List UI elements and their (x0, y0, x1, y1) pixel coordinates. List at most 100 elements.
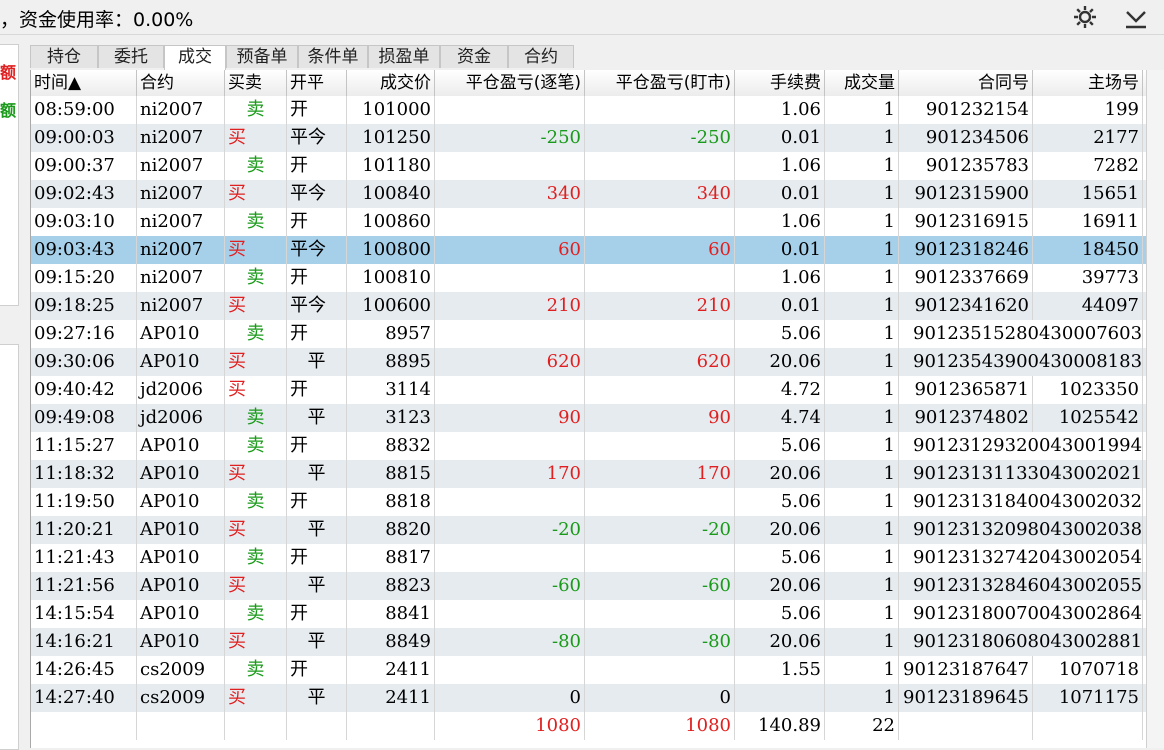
cell-qty: 1 (825, 180, 899, 208)
table-row[interactable]: 09:30:06 AP010 买平 8895 620 620 20.06 1 901235439… (31, 348, 1147, 376)
total-empty-cell (347, 712, 435, 740)
cell-fee: 0.01 (735, 292, 825, 320)
tab-3[interactable]: 预备单 (226, 45, 298, 68)
tab-5[interactable]: 损盈单 (368, 45, 440, 68)
table-row[interactable]: 11:21:43 AP010 卖开 8817 5.06 1 9012313274204300… (31, 544, 1147, 572)
column-header-time[interactable]: 时间▲ (31, 70, 137, 96)
cell-fee: 5.06 (735, 544, 825, 572)
vertical-scrollbar[interactable] (1146, 70, 1164, 748)
table-row[interactable]: 14:26:45 cs2009 卖开 2411 1.55 1 90123187647 1070… (31, 656, 1147, 684)
cell-pnl-mtm (585, 264, 735, 292)
chevron-down-icon[interactable] (1122, 3, 1150, 31)
column-header-fee[interactable]: 手续费 (735, 70, 825, 96)
cell-time: 09:03:10 (31, 208, 137, 236)
cell-offset: 开 (287, 600, 347, 628)
cell-offset: 平今 (287, 292, 347, 320)
table-row[interactable]: 11:18:32 AP010 买平 8815 170 170 20.06 1 901231311… (31, 460, 1147, 488)
tab-6[interactable]: 资金 (440, 45, 508, 68)
cell-order-no: 9012318007004300286464 (899, 600, 1143, 628)
column-header-order-no[interactable]: 合同号 (899, 70, 1033, 96)
cell-qty: 1 (825, 236, 899, 264)
cell-pnl-mtm (585, 656, 735, 684)
column-header-offset[interactable]: 开平 (287, 70, 347, 96)
cell-side: 买 (225, 124, 287, 152)
table-row[interactable]: 11:15:27 AP010 卖开 8832 5.06 1 9012312932004300… (31, 432, 1147, 460)
table-row[interactable]: 09:00:37 ni2007 卖开 101180 1.06 1 901235783 7282 (31, 152, 1147, 180)
cell-price: 2411 (347, 656, 435, 684)
total-empty-cell (31, 712, 137, 740)
cell-qty: 1 (825, 96, 899, 124)
column-header-side[interactable]: 买卖 (225, 70, 287, 96)
cell-pnl-mtm: 340 (585, 180, 735, 208)
tab-4[interactable]: 条件单 (298, 45, 368, 68)
cell-pnl-trade: 170 (435, 460, 585, 488)
cell-order-no: 9012316915 (899, 208, 1033, 236)
table-row[interactable]: 09:49:08 jd2006 卖平 3123 90 90 4.74 1 9012374802 1… (31, 404, 1147, 432)
left-panel-item[interactable]: 额 (0, 59, 16, 83)
cell-pnl-trade: -80 (435, 628, 585, 656)
table-row[interactable]: 09:00:03 ni2007 买平今 101250 -250 -250 0.01 1 9012… (31, 124, 1147, 152)
table-row[interactable]: 08:59:00 ni2007 卖开 101000 1.06 1 901232154 199 (31, 96, 1147, 124)
table-row[interactable]: 09:15:20 ni2007 卖开 100810 1.06 1 9012337669 397… (31, 264, 1147, 292)
column-header-pnl-mtm[interactable]: 平仓盈亏(盯市) (585, 70, 735, 96)
table-row[interactable]: 11:21:56 AP010 买平 8823 -60 -60 20.06 1 901231328… (31, 572, 1147, 600)
cell-contract: AP010 (137, 460, 225, 488)
column-header-qty[interactable]: 成交量 (825, 70, 899, 96)
tab-1[interactable]: 委托 (98, 45, 164, 68)
tab-0[interactable]: 持仓 (30, 45, 98, 68)
cell-exch-no: 16911 (1033, 208, 1143, 236)
cell-pnl-mtm: 170 (585, 460, 735, 488)
cell-offset: 平 (287, 348, 347, 376)
cell-fee: 5.06 (735, 320, 825, 348)
cell-exch-no: 1071175 (1033, 684, 1143, 712)
table-row[interactable]: 09:03:10 ni2007 卖开 100860 1.06 1 9012316915 169… (31, 208, 1147, 236)
column-header-price[interactable]: 成交价 (347, 70, 435, 96)
cell-pnl-mtm (585, 376, 735, 404)
cell-qty: 1 (825, 544, 899, 572)
cell-fee: 20.06 (735, 628, 825, 656)
cell-contract: ni2007 (137, 152, 225, 180)
cell-order-no: 9012318246 (899, 236, 1033, 264)
table-row[interactable]: 09:27:16 AP010 卖开 8957 5.06 1 9012351528043000… (31, 320, 1147, 348)
trades-table: 时间▲ 合约 买卖 开平 成交价 平仓盈亏(逐笔) 平仓盈亏(盯市) 手续费 成交量 合同号 主场号… (30, 70, 1147, 748)
table-row[interactable]: 11:19:50 AP010 卖开 8818 5.06 1 9012313184004300… (31, 488, 1147, 516)
tab-2[interactable]: 成交 (164, 45, 226, 70)
cell-side: 卖 (225, 432, 287, 460)
column-header-pnl-trade[interactable]: 平仓盈亏(逐笔) (435, 70, 585, 96)
cell-exch-no: 15651 (1033, 180, 1143, 208)
cell-qty: 1 (825, 264, 899, 292)
table-row[interactable]: 14:15:54 AP010 卖开 8841 5.06 1 9012318007004300… (31, 600, 1147, 628)
cell-price: 101000 (347, 96, 435, 124)
gear-icon[interactable] (1071, 3, 1099, 31)
tab-7[interactable]: 合约 (508, 45, 574, 68)
cell-pnl-trade: 620 (435, 348, 585, 376)
table-row[interactable]: 09:18:25 ni2007 买平今 100600 210 210 0.01 1 901234… (31, 292, 1147, 320)
cell-side: 卖 (225, 96, 287, 124)
cell-time: 14:27:40 (31, 684, 137, 712)
cell-qty: 1 (825, 292, 899, 320)
cell-contract: jd2006 (137, 376, 225, 404)
cell-side: 买 (225, 376, 287, 404)
cell-time: 11:20:21 (31, 516, 137, 544)
cell-qty: 1 (825, 656, 899, 684)
table-row[interactable]: 09:03:43 ni2007 买平今 100800 60 60 0.01 1 90123182… (31, 236, 1147, 264)
table-row[interactable]: 14:27:40 cs2009 买平 2411 0 0 1 90123189645 107117… (31, 684, 1147, 712)
cell-order-no: 9012374802 (899, 404, 1033, 432)
total-pnl-mtm: 1080 (585, 712, 735, 740)
cell-exch-no: 39773 (1033, 264, 1143, 292)
cell-fee: 1.06 (735, 96, 825, 124)
cell-offset: 开 (287, 208, 347, 236)
table-row[interactable]: 14:16:21 AP010 买平 8849 -80 -80 20.06 1 901231806… (31, 628, 1147, 656)
cell-exch-no: 1070718 (1033, 656, 1143, 684)
cell-fee: 1.55 (735, 656, 825, 684)
cell-qty: 1 (825, 348, 899, 376)
table-row[interactable]: 09:02:43 ni2007 买平今 100840 340 340 0.01 1 901231… (31, 180, 1147, 208)
column-header-exch-no[interactable]: 主场号 (1033, 70, 1143, 96)
cell-contract: ni2007 (137, 264, 225, 292)
column-header-contract[interactable]: 合约 (137, 70, 225, 96)
table-row[interactable]: 09:40:42 jd2006 买开 3114 4.72 1 9012365871 10233… (31, 376, 1147, 404)
cell-offset: 开 (287, 544, 347, 572)
cell-offset: 开 (287, 376, 347, 404)
left-panel-item[interactable]: 额 (0, 97, 16, 121)
table-row[interactable]: 11:20:21 AP010 买平 8820 -20 -20 20.06 1 901231320… (31, 516, 1147, 544)
